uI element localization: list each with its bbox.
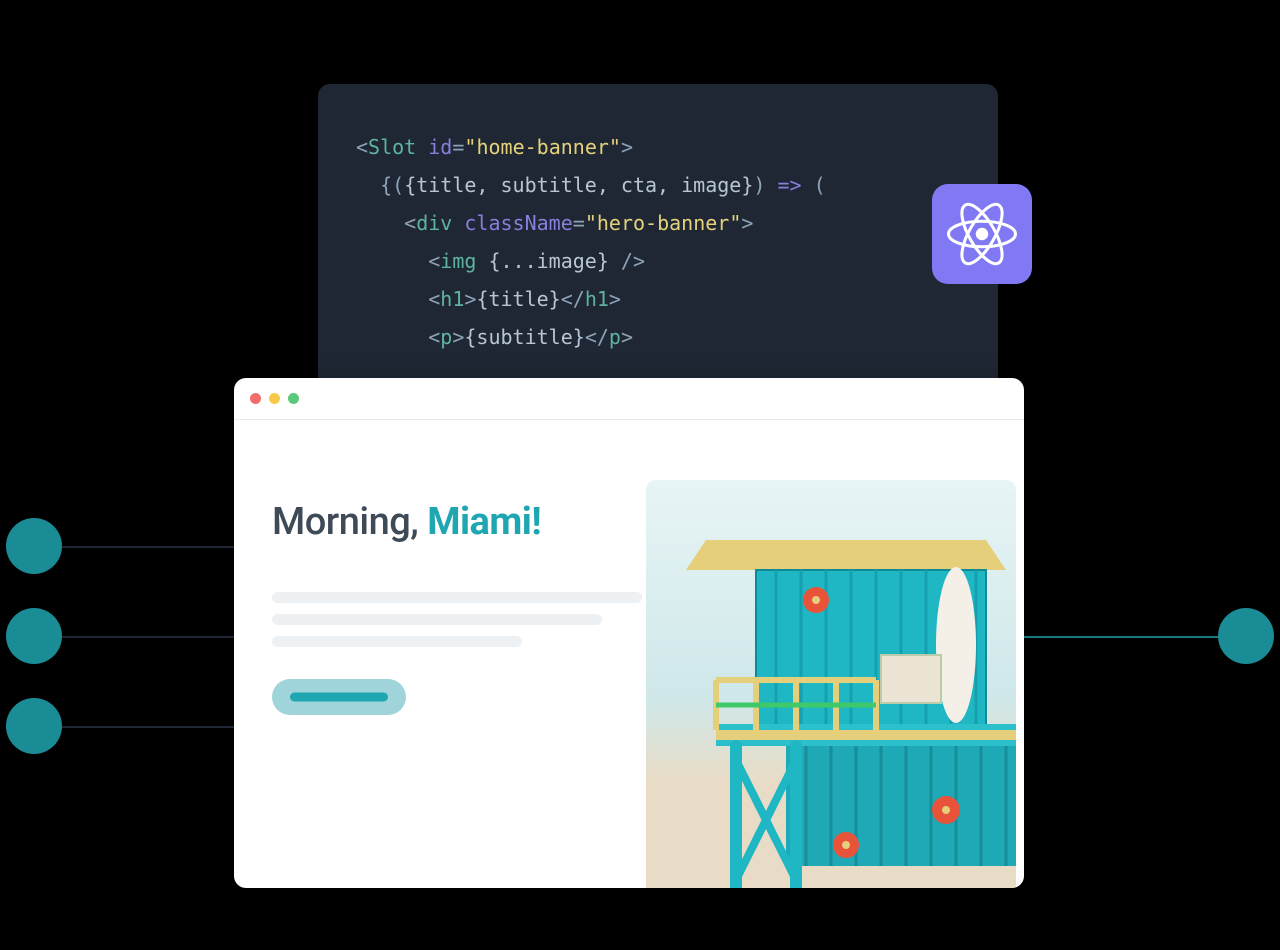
code-token: " bbox=[464, 135, 476, 159]
code-token: h1 bbox=[585, 287, 609, 311]
code-token: </ bbox=[561, 287, 585, 311]
skeleton-line bbox=[272, 636, 522, 647]
code-token: img bbox=[440, 249, 476, 273]
window-close-dot bbox=[250, 393, 261, 404]
hero-image bbox=[646, 480, 1016, 888]
hero-title-accent: Miami! bbox=[427, 500, 541, 544]
code-token: = bbox=[452, 135, 464, 159]
cta-button-placeholder bbox=[272, 679, 406, 715]
code-token: > bbox=[741, 211, 753, 235]
code-token: hero-banner bbox=[597, 211, 729, 235]
code-token: " bbox=[609, 135, 621, 159]
code-token: id bbox=[428, 135, 452, 159]
code-token: < bbox=[356, 135, 368, 159]
subtitle-skeleton bbox=[272, 592, 642, 647]
code-token: < bbox=[404, 211, 416, 235]
browser-chrome bbox=[234, 378, 1024, 420]
code-token: < bbox=[428, 325, 440, 349]
pointer-image bbox=[1218, 608, 1274, 664]
code-token bbox=[416, 135, 428, 159]
code-token: " bbox=[729, 211, 741, 235]
code-token: > bbox=[464, 287, 476, 311]
code-token: {title} bbox=[476, 287, 560, 311]
code-token: = bbox=[573, 211, 585, 235]
code-token bbox=[356, 249, 428, 273]
code-token: > bbox=[609, 287, 621, 311]
code-token: div bbox=[416, 211, 452, 235]
connector-subtitle bbox=[62, 636, 234, 638]
skeleton-line bbox=[272, 592, 642, 603]
code-token: p bbox=[440, 325, 452, 349]
connector-title bbox=[62, 546, 234, 548]
pointer-title bbox=[6, 518, 62, 574]
code-token: p bbox=[609, 325, 621, 349]
code-token bbox=[356, 325, 428, 349]
code-token: ) bbox=[753, 173, 777, 197]
browser-body: Morning, Miami! bbox=[234, 420, 1024, 888]
skeleton-line bbox=[272, 614, 602, 625]
code-token: > bbox=[621, 325, 633, 349]
window-minimize-dot bbox=[269, 393, 280, 404]
code-token: > bbox=[452, 325, 464, 349]
pointer-cta bbox=[6, 698, 62, 754]
code-token bbox=[356, 173, 380, 197]
code-token: " bbox=[585, 211, 597, 235]
code-token: home-banner bbox=[476, 135, 608, 159]
connector-cta bbox=[62, 726, 234, 728]
window-maximize-dot bbox=[288, 393, 299, 404]
code-token: {...image} bbox=[488, 249, 608, 273]
code-token bbox=[476, 249, 488, 273]
code-token: => bbox=[777, 173, 801, 197]
code-token: className bbox=[464, 211, 572, 235]
react-icon bbox=[947, 199, 1017, 269]
code-token: Slot bbox=[368, 135, 416, 159]
react-badge bbox=[932, 184, 1032, 284]
hero-title-prefix: Morning, bbox=[272, 500, 427, 544]
connector-image bbox=[1024, 636, 1218, 638]
pointer-subtitle bbox=[6, 608, 62, 664]
code-token: /> bbox=[609, 249, 645, 273]
code-token: > bbox=[621, 135, 633, 159]
code-snippet-panel: <Slot id="home-banner"> {({title, subtit… bbox=[318, 84, 998, 404]
code-token bbox=[452, 211, 464, 235]
code-token: ( bbox=[802, 173, 826, 197]
code-token: </ bbox=[585, 325, 609, 349]
code-token: h1 bbox=[440, 287, 464, 311]
code-token: < bbox=[428, 287, 440, 311]
code-token bbox=[356, 287, 428, 311]
browser-window: Morning, Miami! bbox=[234, 378, 1024, 888]
code-token: {( bbox=[380, 173, 404, 197]
code-token: < bbox=[428, 249, 440, 273]
lifeguard-stand-illustration bbox=[646, 480, 1016, 888]
code-token bbox=[356, 211, 404, 235]
code-token: {subtitle} bbox=[464, 325, 584, 349]
code-block: <Slot id="home-banner"> {({title, subtit… bbox=[356, 128, 960, 356]
code-token: {title, subtitle, cta, image} bbox=[404, 173, 753, 197]
